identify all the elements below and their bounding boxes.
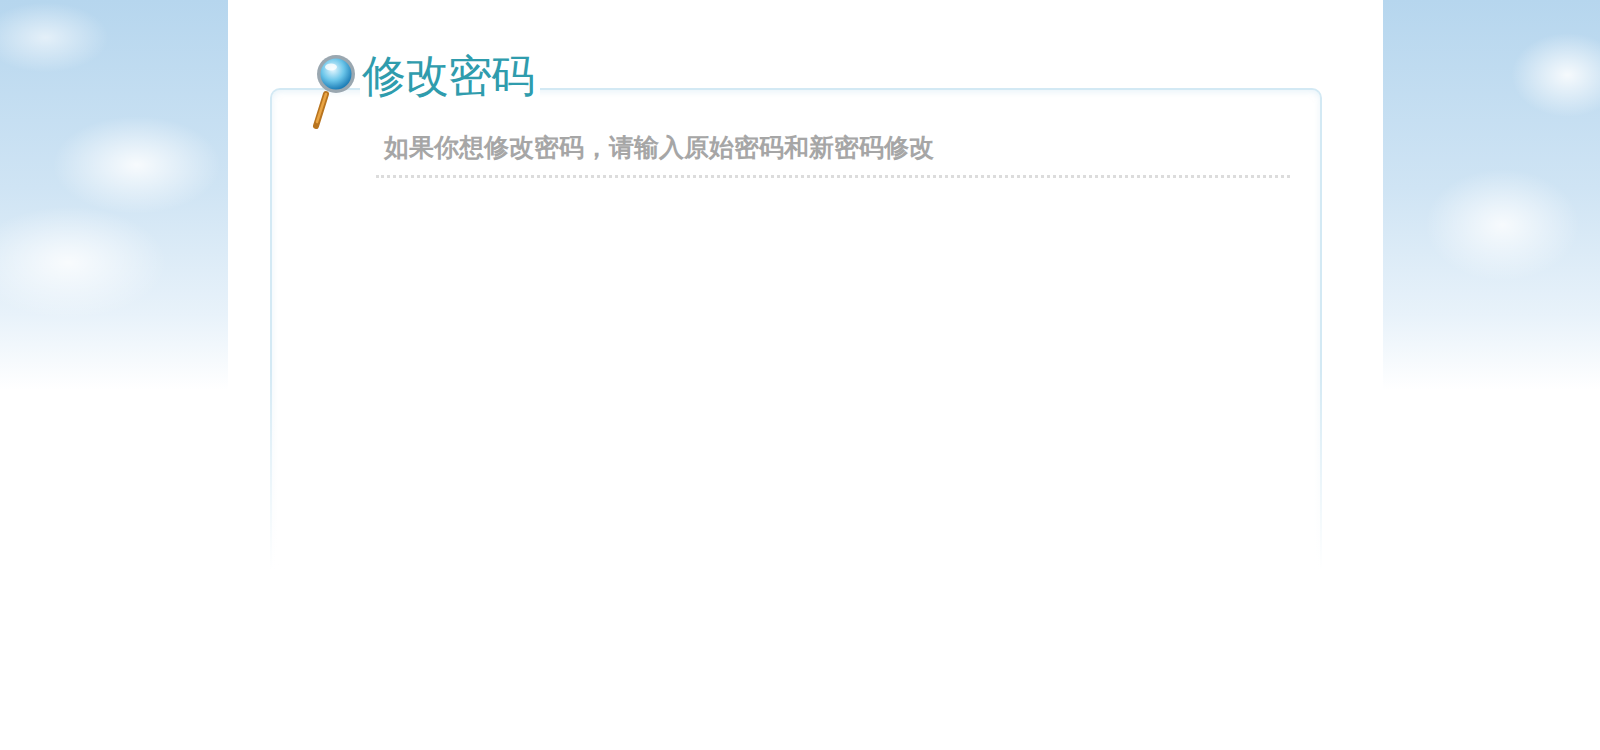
sky-background [1383, 0, 1600, 750]
magnifier-icon [310, 52, 356, 132]
panel-heading: 修改密码 [310, 52, 540, 132]
page: 修改密码 如果你想修改密码，请输入原始密码和新密码修改 [0, 0, 1600, 750]
sky-background [0, 0, 228, 750]
page-title: 修改密码 [360, 52, 540, 100]
change-password-panel: 修改密码 如果你想修改密码，请输入原始密码和新密码修改 [270, 88, 1322, 570]
content-column: 修改密码 如果你想修改密码，请输入原始密码和新密码修改 [228, 0, 1383, 750]
page-subtitle: 如果你想修改密码，请输入原始密码和新密码修改 [376, 132, 1290, 178]
